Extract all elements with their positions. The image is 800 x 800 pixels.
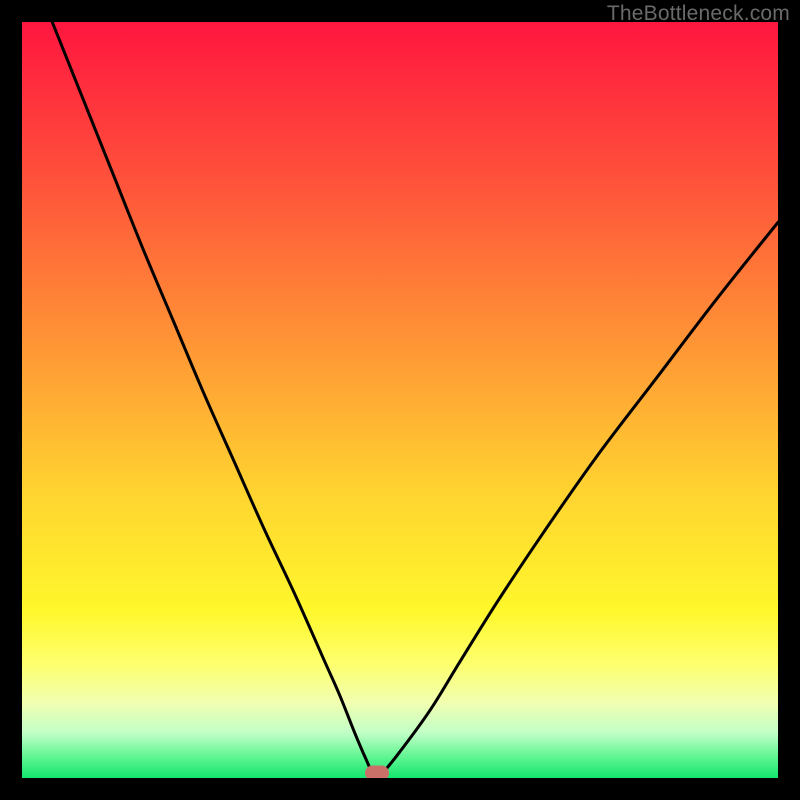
optimal-point-marker [365,766,389,778]
bottleneck-curve [52,22,778,777]
chart-frame: TheBottleneck.com [0,0,800,800]
plot-area [22,22,778,778]
curve-svg [22,22,778,778]
